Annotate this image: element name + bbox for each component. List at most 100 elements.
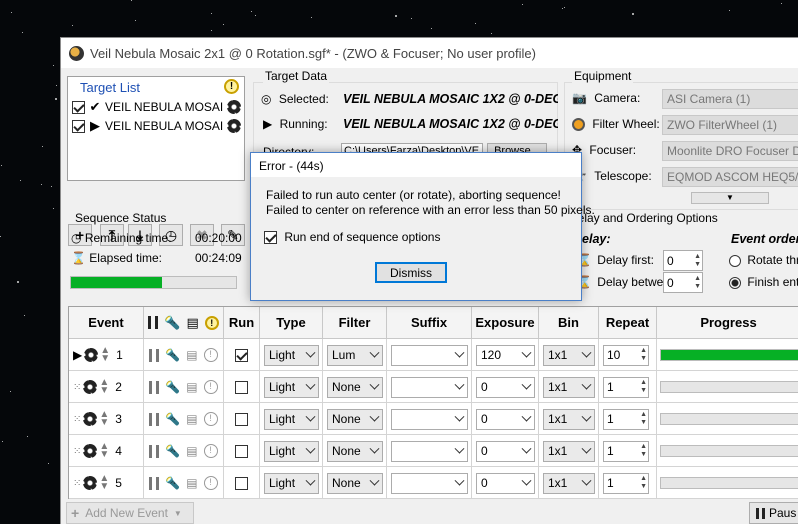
suffix-select[interactable] bbox=[391, 344, 468, 366]
focuser-select[interactable]: Moonlite DRO Focuser Drive bbox=[662, 141, 798, 161]
script-icon[interactable]: ▤ bbox=[186, 380, 197, 394]
delay-between-input[interactable]: 0 ▲ ▼ bbox=[663, 272, 703, 293]
pause-icon[interactable] bbox=[149, 348, 160, 362]
warning-icon[interactable]: ! bbox=[203, 348, 218, 362]
target-list-item[interactable]: ✔ VEIL NEBULA MOSAI... bbox=[72, 99, 242, 115]
stepper-icon[interactable]: ▲ ▼ bbox=[694, 253, 701, 269]
gear-icon[interactable] bbox=[83, 380, 98, 394]
flashlight-icon[interactable]: 🔦 bbox=[165, 444, 180, 458]
target-list-item[interactable]: ▶ VEIL NEBULA MOSAI... bbox=[72, 118, 242, 134]
bin-select[interactable]: 1x1 bbox=[543, 376, 595, 398]
exposure-select[interactable]: 0 bbox=[476, 408, 535, 430]
gear-icon[interactable] bbox=[84, 348, 99, 362]
run-end-options-checkbox-row[interactable]: Run end of sequence options bbox=[264, 230, 440, 245]
warning-icon[interactable]: ! bbox=[224, 79, 239, 94]
run-checkbox[interactable] bbox=[235, 444, 248, 458]
flashlight-icon[interactable]: 🔦 bbox=[165, 348, 180, 362]
script-icon[interactable]: ▤ bbox=[186, 348, 197, 362]
warning-icon[interactable]: ! bbox=[203, 444, 218, 458]
stepper-icon[interactable]: ▲ ▼ bbox=[640, 411, 647, 427]
pause-icon[interactable] bbox=[149, 380, 160, 394]
reorder-icon[interactable]: ▲ ▼ bbox=[99, 378, 109, 396]
table-row[interactable]: ⁙ ▲ ▼ 2 🔦 ▤! Light None 0 1x1 1 ▲ ▼ bbox=[69, 371, 798, 403]
flashlight-icon[interactable]: 🔦 bbox=[165, 476, 180, 490]
stepper-icon[interactable]: ▲ ▼ bbox=[640, 379, 647, 395]
repeat-input[interactable]: 1 ▲ ▼ bbox=[603, 440, 649, 462]
radio-selected-icon[interactable] bbox=[729, 276, 741, 289]
add-new-event-button[interactable]: + Add New Event ▼ bbox=[66, 502, 194, 524]
type-select[interactable]: Light bbox=[264, 472, 319, 494]
target-enabled-checkbox[interactable] bbox=[72, 100, 85, 114]
gear-icon[interactable] bbox=[227, 119, 241, 133]
table-row[interactable]: ⁙ ▲ ▼ 3 🔦 ▤! Light None 0 1x1 1 ▲ ▼ bbox=[69, 403, 798, 435]
gear-icon[interactable] bbox=[227, 100, 241, 114]
warning-icon[interactable]: ! bbox=[203, 476, 218, 490]
telescope-select[interactable]: EQMOD ASCOM HEQ5/6 bbox=[662, 167, 798, 187]
drag-handle-icon[interactable]: ⁙ bbox=[73, 446, 81, 457]
gear-icon[interactable] bbox=[83, 412, 98, 426]
type-select[interactable]: Light bbox=[264, 408, 319, 430]
stepper-icon[interactable]: ▲ ▼ bbox=[640, 443, 647, 459]
reorder-icon[interactable]: ▲ ▼ bbox=[99, 442, 109, 460]
suffix-select[interactable] bbox=[391, 440, 468, 462]
suffix-select[interactable] bbox=[391, 472, 468, 494]
type-select[interactable]: Light bbox=[264, 440, 319, 462]
type-select[interactable]: Light bbox=[264, 344, 319, 366]
suffix-select[interactable] bbox=[391, 376, 468, 398]
run-checkbox[interactable] bbox=[235, 476, 248, 490]
gear-icon[interactable] bbox=[83, 444, 98, 458]
exposure-select[interactable]: 0 bbox=[476, 376, 535, 398]
camera-select[interactable]: ASI Camera (1) bbox=[662, 89, 798, 109]
reorder-icon[interactable]: ▲ ▼ bbox=[99, 410, 109, 428]
pause-button[interactable]: Paus bbox=[749, 502, 798, 524]
drag-handle-icon[interactable]: ⁙ bbox=[73, 382, 81, 393]
exposure-select[interactable]: 120 bbox=[476, 344, 535, 366]
repeat-input[interactable]: 1 ▲ ▼ bbox=[603, 472, 649, 494]
run-end-options-checkbox[interactable] bbox=[264, 231, 277, 245]
drag-handle-icon[interactable]: ⁙ bbox=[73, 414, 81, 425]
stepper-icon[interactable]: ▲ ▼ bbox=[694, 275, 701, 291]
flashlight-icon[interactable]: 🔦 bbox=[165, 380, 180, 394]
repeat-input[interactable]: 10 ▲ ▼ bbox=[603, 344, 649, 366]
script-icon[interactable]: ▤ bbox=[186, 476, 197, 490]
stepper-icon[interactable]: ▲ ▼ bbox=[640, 475, 647, 491]
gear-icon[interactable] bbox=[83, 476, 98, 490]
pause-icon[interactable] bbox=[149, 444, 160, 458]
delay-first-input[interactable]: 0 ▲ ▼ bbox=[663, 250, 703, 271]
suffix-select[interactable] bbox=[391, 408, 468, 430]
run-checkbox[interactable] bbox=[235, 380, 248, 394]
reorder-icon[interactable]: ▲ ▼ bbox=[100, 346, 110, 364]
bin-select[interactable]: 1x1 bbox=[543, 440, 595, 462]
dismiss-button[interactable]: Dismiss bbox=[375, 262, 447, 283]
finish-entire-option[interactable]: Finish entir bbox=[729, 275, 798, 289]
filter-select[interactable]: None bbox=[327, 376, 383, 398]
equipment-expand-button[interactable]: ▼ bbox=[691, 192, 769, 204]
drag-handle-icon[interactable]: ⁙ bbox=[73, 478, 81, 489]
stepper-icon[interactable]: ▲ ▼ bbox=[640, 347, 647, 363]
reorder-icon[interactable]: ▲ ▼ bbox=[99, 474, 109, 492]
bin-select[interactable]: 1x1 bbox=[543, 408, 595, 430]
flashlight-icon[interactable]: 🔦 bbox=[165, 412, 180, 426]
exposure-select[interactable]: 0 bbox=[476, 472, 535, 494]
filter-select[interactable]: Lum bbox=[327, 344, 383, 366]
repeat-input[interactable]: 1 ▲ ▼ bbox=[603, 408, 649, 430]
bin-select[interactable]: 1x1 bbox=[543, 344, 595, 366]
pause-icon[interactable] bbox=[149, 412, 160, 426]
table-row[interactable]: ⁙ ▲ ▼ 5 🔦 ▤! Light None 0 1x1 1 ▲ ▼ bbox=[69, 467, 798, 499]
exposure-select[interactable]: 0 bbox=[476, 440, 535, 462]
repeat-input[interactable]: 1 ▲ ▼ bbox=[603, 376, 649, 398]
warning-icon[interactable]: ! bbox=[203, 412, 218, 426]
run-checkbox[interactable] bbox=[235, 348, 248, 362]
script-icon[interactable]: ▤ bbox=[186, 444, 197, 458]
rotate-through-option[interactable]: Rotate thro bbox=[729, 253, 798, 267]
radio-icon[interactable] bbox=[729, 254, 741, 267]
filter-select[interactable]: None bbox=[327, 472, 383, 494]
target-enabled-checkbox[interactable] bbox=[72, 119, 85, 133]
warning-icon[interactable]: ! bbox=[203, 380, 218, 394]
script-icon[interactable]: ▤ bbox=[186, 412, 197, 426]
run-checkbox[interactable] bbox=[235, 412, 248, 426]
type-select[interactable]: Light bbox=[264, 376, 319, 398]
pause-icon[interactable] bbox=[149, 476, 160, 490]
bin-select[interactable]: 1x1 bbox=[543, 472, 595, 494]
filter-select[interactable]: None bbox=[327, 408, 383, 430]
